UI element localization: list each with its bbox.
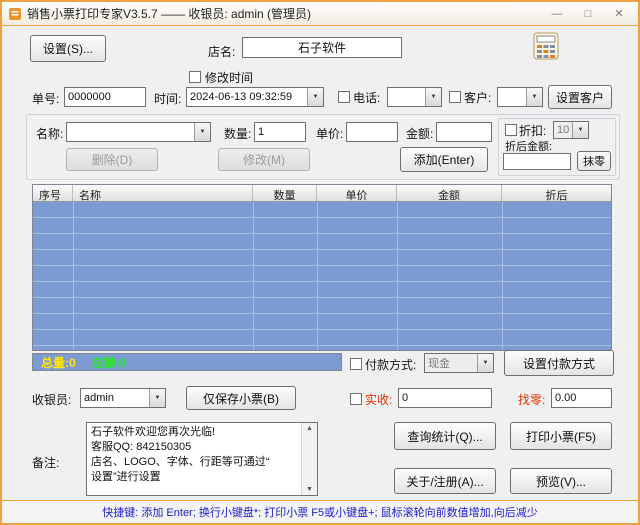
remarks-textarea[interactable]: 石子软件欢迎您再次光临! 客服QQ: 842150305 店名、LOGO、字体、… [86, 422, 318, 496]
chevron-down-icon[interactable]: ▼ [194, 123, 210, 141]
grid-header-discounted: 折后 [545, 190, 568, 202]
title-bar: 销售小票打印专家V3.5.7 —— 收银员: admin (管理员) — □ ✕ [2, 2, 638, 26]
grid-header-qty: 数量 [253, 185, 317, 202]
discounted-amount-input[interactable] [503, 153, 571, 170]
cashier-value: admin [84, 392, 114, 404]
print-receipt-button[interactable]: 打印小票(F5) [510, 422, 612, 450]
received-label: 实收: [365, 393, 393, 407]
scroll-up-icon[interactable]: ▲ [306, 425, 313, 432]
remarks-label: 备注: [32, 456, 60, 470]
store-name-label: 店名: [208, 45, 236, 59]
received-input[interactable] [398, 388, 492, 408]
discount-dropdown[interactable]: 10 ▼ [553, 121, 589, 139]
amount-label: 金额: [406, 127, 434, 141]
customer-value [498, 88, 526, 106]
set-customer-button[interactable]: 设置客户 [548, 85, 612, 109]
scroll-down-icon[interactable]: ▼ [306, 486, 313, 493]
price-input[interactable] [346, 122, 398, 142]
time-label: 时间: [154, 92, 182, 106]
grid-header-price: 单价 [317, 185, 397, 202]
about-register-button[interactable]: 关于/注册(A)... [394, 468, 496, 494]
chevron-down-icon[interactable]: ▼ [477, 354, 493, 372]
payment-method-value: 现金 [428, 358, 450, 370]
grid-body[interactable] [33, 202, 611, 350]
change-label: 找零: [518, 393, 546, 407]
save-receipt-button[interactable]: 仅保存小票(B) [186, 386, 296, 410]
discount-label: 折扣: [519, 124, 547, 138]
close-button[interactable]: ✕ [606, 5, 632, 23]
total-amount: 总额:0 [91, 355, 127, 370]
cashier-label: 收银员: [32, 393, 72, 407]
grid-header-amount: 金额 [397, 185, 502, 202]
customer-label: 客户: [464, 91, 492, 105]
grid-header-name: 名称 [73, 185, 253, 202]
preview-button[interactable]: 预览(V)... [510, 468, 612, 494]
item-name-value [67, 123, 194, 141]
delete-button[interactable]: 删除(D) [66, 148, 158, 171]
item-name-combo[interactable]: ▼ [66, 122, 211, 142]
change-input[interactable] [551, 388, 612, 408]
received-checkbox[interactable] [350, 393, 362, 405]
time-value: 2024-06-13 09:32:59 [190, 91, 293, 103]
payment-method-dropdown[interactable]: 现金 ▼ [424, 353, 494, 373]
phone-label: 电话: [353, 91, 381, 105]
app-icon [8, 7, 22, 21]
item-name-label: 名称: [36, 127, 64, 141]
total-quantity: 总量:0 [41, 355, 76, 370]
amount-input[interactable] [436, 122, 492, 142]
cashier-dropdown[interactable]: admin ▼ [80, 388, 166, 408]
payment-method-label: 付款方式: [365, 358, 417, 372]
order-no-label: 单号: [32, 92, 60, 106]
set-payment-button[interactable]: 设置付款方式 [504, 350, 614, 376]
qty-label: 数量: [224, 127, 252, 141]
discount-value: 10 [557, 124, 570, 136]
settings-button[interactable]: 设置(S)... [30, 35, 106, 62]
chevron-down-icon[interactable]: ▼ [526, 88, 542, 106]
query-statistics-button[interactable]: 查询统计(Q)... [394, 422, 496, 450]
customer-checkbox[interactable] [449, 91, 461, 103]
add-button[interactable]: 添加(Enter) [400, 147, 488, 172]
store-name-box[interactable]: 石子软件 [242, 37, 402, 58]
order-no-input[interactable] [64, 87, 146, 107]
modify-time-label: 修改时间 [205, 71, 254, 85]
maximize-button[interactable]: □ [575, 5, 601, 23]
modify-button[interactable]: 修改(M) [218, 148, 310, 171]
discount-checkbox[interactable] [505, 124, 517, 136]
discounted-amount-label: 折后金额: [505, 141, 553, 153]
items-grid[interactable]: 序号 名称 数量 单价 金额 折后 [32, 184, 612, 351]
price-label: 单价: [316, 127, 344, 141]
phone-checkbox[interactable] [338, 91, 350, 103]
app-window: 销售小票打印专家V3.5.7 —— 收银员: admin (管理员) — □ ✕… [0, 0, 640, 525]
totals-bar: 总量:0 总额:0 [32, 353, 342, 371]
chevron-down-icon[interactable]: ▼ [572, 122, 588, 138]
chevron-down-icon[interactable]: ▼ [425, 88, 441, 106]
phone-dropdown[interactable]: ▼ [387, 87, 442, 107]
shortcut-hints: 快捷键: 添加 Enter; 换行小键盘*; 打印小票 F5或小键盘+; 鼠标滚… [102, 507, 538, 519]
grid-header-index: 序号 [33, 185, 73, 202]
window-title: 销售小票打印专家V3.5.7 —— 收银员: admin (管理员) [27, 7, 312, 21]
remarks-scrollbar[interactable]: ▲ ▼ [301, 423, 317, 495]
phone-value [388, 88, 425, 106]
payment-checkbox[interactable] [350, 358, 362, 370]
round-off-button[interactable]: 抹零 [577, 151, 611, 171]
grid-header: 序号 名称 数量 单价 金额 折后 [33, 185, 611, 202]
status-bar: 快捷键: 添加 Enter; 换行小键盘*; 打印小票 F5或小键盘+; 鼠标滚… [2, 500, 638, 523]
customer-dropdown[interactable]: ▼ [497, 87, 543, 107]
qty-input[interactable] [254, 122, 306, 142]
calculator-icon[interactable] [533, 32, 559, 60]
modify-time-checkbox[interactable] [189, 71, 201, 83]
time-dropdown[interactable]: 2024-06-13 09:32:59 ▼ [186, 87, 324, 107]
chevron-down-icon[interactable]: ▼ [149, 389, 165, 407]
chevron-down-icon[interactable]: ▼ [307, 88, 323, 106]
minimize-button[interactable]: — [544, 5, 570, 23]
